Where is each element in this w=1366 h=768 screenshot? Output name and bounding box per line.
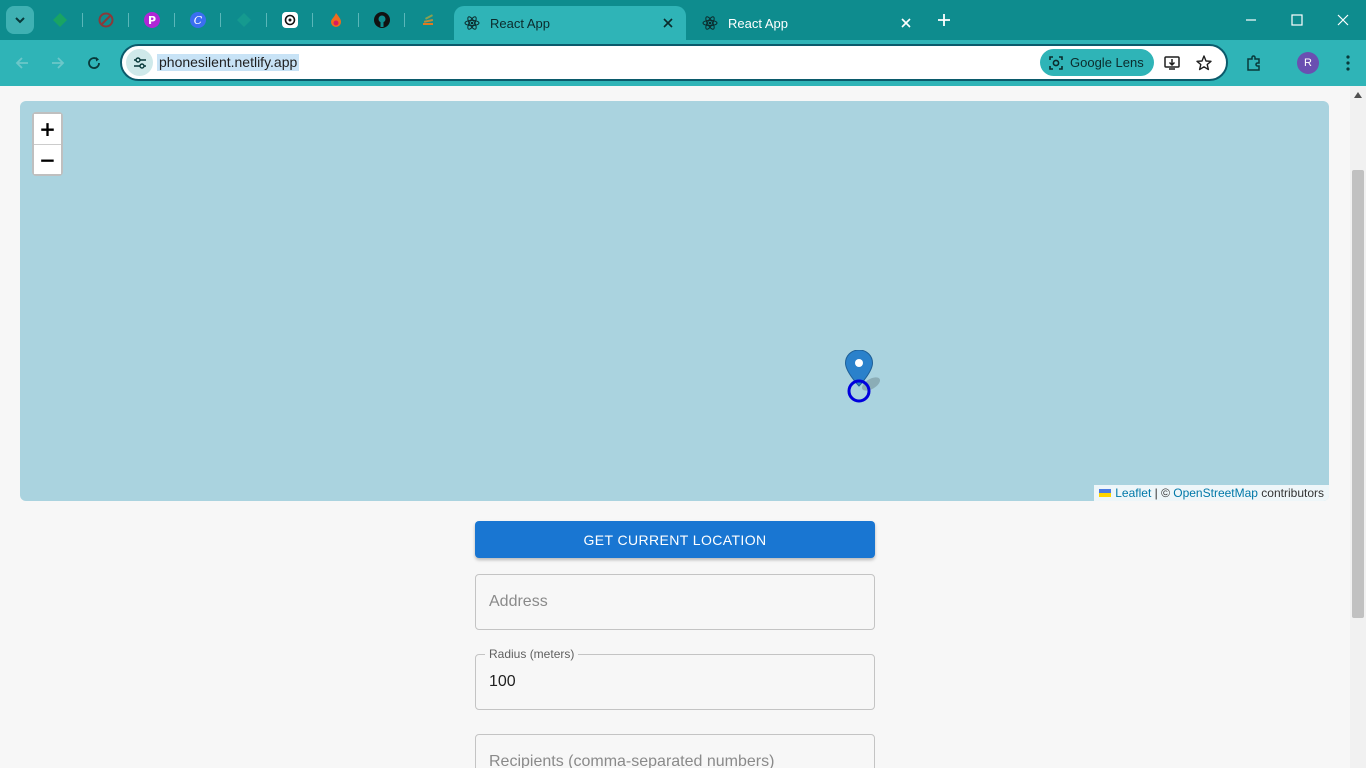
pinned-tab-stack-app[interactable] [416,8,440,32]
google-lens-label: Google Lens [1070,55,1144,70]
flame-icon [331,13,341,27]
close-tab-button[interactable] [660,15,676,31]
minimize-button[interactable] [1228,5,1274,35]
close-icon [663,18,673,28]
reload-button[interactable] [80,49,108,77]
pinned-tab-canva[interactable]: C [186,8,210,32]
pinned-tab-chatgpt[interactable] [278,8,302,32]
pinned-tab-firefox-app[interactable] [324,8,348,32]
more-vertical-icon [1346,55,1350,71]
get-current-location-button[interactable]: GET CURRENT LOCATION [475,521,875,558]
plus-icon [938,14,950,26]
extensions-button[interactable] [1240,49,1268,77]
address-bar[interactable]: phonesilent.netlify.app Google Lens [120,44,1228,81]
svg-text:C: C [194,14,203,27]
grid-app-icon [53,13,67,27]
profile-avatar[interactable]: R [1297,52,1319,74]
close-icon [901,18,911,28]
arrow-left-icon [15,57,28,69]
close-icon [1337,14,1349,26]
radius-value[interactable]: 100 [489,673,516,691]
tab-strip: P C React App React App [0,0,1366,40]
zoom-in-button[interactable]: + [34,114,61,144]
arrow-right-icon [52,57,65,69]
location-marker[interactable] [844,349,885,411]
attribution-separator: | © [1151,486,1174,500]
install-icon [1164,56,1180,70]
zoom-control: + − [32,112,63,176]
star-icon [1196,55,1212,71]
address-placeholder: Address [489,593,548,610]
map-pin-icon [844,349,881,403]
browser-toolbar: phonesilent.netlify.app Google Lens R [0,40,1366,86]
scrollbar-thumb[interactable] [1352,170,1364,618]
browser-menu-button[interactable] [1334,49,1362,77]
leaflet-map[interactable]: + − Leaflet | © OpenStreetMap contributo… [20,101,1329,501]
close-window-button[interactable] [1320,5,1366,35]
maximize-icon [1291,14,1303,26]
pinned-tab-diamond-app[interactable] [232,8,256,32]
radius-label: Radius (meters) [485,647,579,661]
zoom-out-button[interactable]: − [34,144,61,174]
tab-react-app[interactable]: React App [692,6,924,40]
scroll-up-button[interactable] [1352,90,1364,100]
pinned-tab-adblock[interactable] [94,8,118,32]
tab-title: React App [728,15,788,31]
tab-title: React App [490,15,550,31]
pinned-tab-picsart[interactable]: P [140,8,164,32]
new-tab-button[interactable] [932,8,956,32]
install-app-button[interactable] [1160,51,1184,75]
tab-react-app-active[interactable]: React App [454,6,686,40]
forward-button[interactable] [44,49,72,77]
map-attribution: Leaflet | © OpenStreetMap contributors [1094,485,1329,501]
picsart-icon: P [144,12,160,28]
canva-icon: C [190,12,206,28]
maximize-button[interactable] [1274,5,1320,35]
bookmark-button[interactable] [1192,51,1216,75]
minimize-icon [1246,19,1256,21]
recipients-field[interactable]: Recipients (comma-separated numbers) [475,734,875,768]
address-field[interactable]: Address [475,574,875,630]
leaflet-link[interactable]: Leaflet [1115,485,1151,501]
chatgpt-icon [282,12,298,28]
site-info-button[interactable] [126,49,153,76]
back-button[interactable] [8,49,36,77]
adblock-icon [98,12,114,28]
svg-text:P: P [148,14,156,27]
pinned-tab-grid-app[interactable] [48,8,72,32]
pinned-tab-github[interactable] [370,8,394,32]
recipients-placeholder: Recipients (comma-separated numbers) [489,753,775,768]
attribution-suffix: contributors [1257,486,1324,500]
tune-icon [133,56,146,69]
openstreetmap-link[interactable]: OpenStreetMap [1173,485,1258,501]
tab-search-button[interactable] [6,6,34,34]
triangle-up-icon [1354,92,1362,98]
react-icon [464,16,480,30]
react-icon [702,16,718,30]
google-lens-button[interactable]: Google Lens [1040,49,1154,76]
github-icon [374,12,390,28]
chevron-down-icon [15,17,25,24]
close-tab-button[interactable] [898,15,914,31]
puzzle-icon [1247,55,1260,71]
radius-field[interactable]: Radius (meters) 100 [475,647,875,710]
reload-icon [88,57,100,69]
camera-icon [1049,55,1063,70]
ukraine-flag-icon [1099,489,1112,497]
stack-icon [423,14,434,25]
url-text[interactable]: phonesilent.netlify.app [157,54,300,71]
diamond-icon [237,13,251,27]
